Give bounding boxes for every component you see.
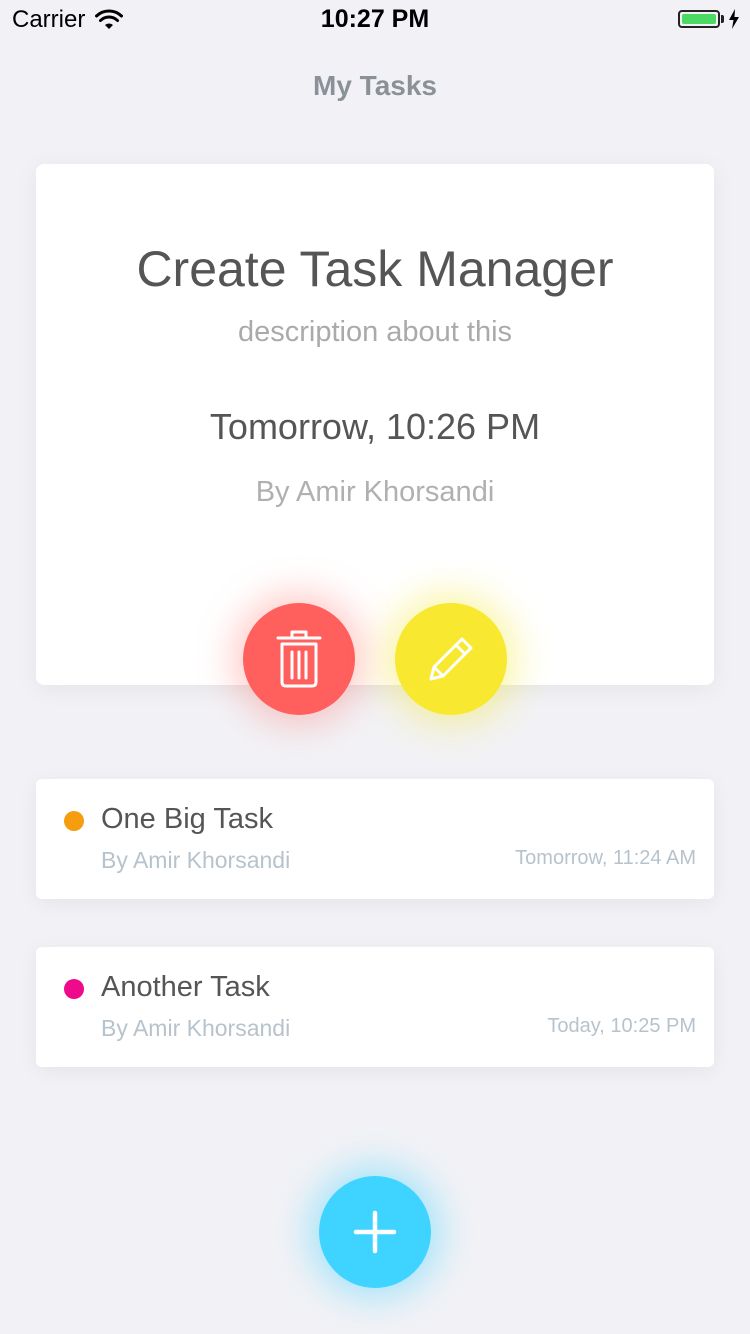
edit-button[interactable]: [395, 603, 507, 715]
plus-icon: [353, 1210, 397, 1254]
featured-task-card[interactable]: Create Task Manager description about th…: [36, 164, 714, 685]
task-date: Today, 10:25 PM: [547, 1015, 696, 1037]
task-title: One Big Task: [101, 803, 273, 835]
task-author: By Amir Khorsandi: [101, 847, 291, 873]
featured-task-description: description about this: [237, 316, 513, 348]
task-item-another-task[interactable]: Another Task By Amir Khorsandi Today, 10…: [36, 947, 714, 1067]
delete-button[interactable]: [243, 603, 355, 715]
trash-icon: [276, 630, 322, 688]
battery-tip: [721, 15, 724, 23]
add-task-button[interactable]: [319, 1176, 431, 1288]
task-color-dot: [64, 811, 84, 831]
featured-task-title: Create Task Manager: [136, 241, 614, 297]
status-clock: 10:27 PM: [320, 5, 430, 33]
page-title: My Tasks: [313, 70, 437, 101]
battery-indicator: [678, 9, 740, 29]
task-color-dot: [64, 979, 84, 999]
battery-fill: [682, 14, 716, 24]
pencil-icon: [429, 637, 473, 681]
featured-task-author: By Amir Khorsandi: [255, 476, 495, 508]
charging-bolt-icon: [729, 9, 739, 29]
battery-icon: [678, 10, 720, 28]
task-date: Tomorrow, 11:24 AM: [515, 847, 696, 869]
featured-task-date: Tomorrow, 10:26 PM: [209, 406, 541, 447]
status-bar: Carrier 10:27 PM: [0, 0, 750, 40]
task-author: By Amir Khorsandi: [101, 1015, 291, 1041]
task-item-one-big-task[interactable]: One Big Task By Amir Khorsandi Tomorrow,…: [36, 779, 714, 899]
task-title: Another Task: [101, 971, 270, 1003]
